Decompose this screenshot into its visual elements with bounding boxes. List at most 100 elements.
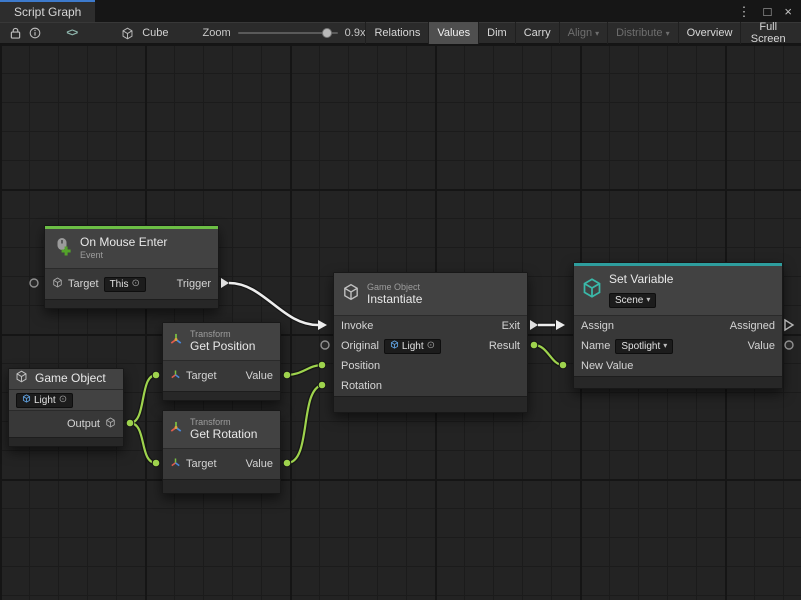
target-port-label: Target (186, 458, 217, 470)
get-rotation-value-port[interactable] (283, 459, 291, 467)
value-port-label: Value (246, 370, 273, 382)
chevron-down-icon: ▾ (666, 29, 670, 38)
chevron-down-icon: ▾ (646, 296, 650, 304)
transform-type-icon (170, 457, 181, 471)
node-footer (9, 437, 123, 446)
assign-input-port[interactable] (556, 320, 565, 330)
transform-icon (169, 420, 183, 439)
value-port-label: Value (748, 340, 775, 352)
game-object-value-chip[interactable]: Light ⊙ (16, 393, 73, 408)
node-title: Get Rotation (190, 428, 257, 442)
game-object-icon (342, 283, 360, 306)
relations-button[interactable]: Relations (365, 22, 428, 44)
target-port-label: Target (68, 278, 99, 290)
wire-result-to-new-value (534, 345, 563, 365)
result-output-port[interactable] (530, 341, 538, 349)
node-footer (45, 299, 218, 308)
exit-output-port[interactable] (530, 320, 538, 330)
name-port-label: Name (581, 340, 610, 352)
node-get-position[interactable]: Transform Get Position Target Value (162, 322, 281, 401)
node-get-rotation[interactable]: Transform Get Rotation Target Value (162, 410, 281, 494)
mouse-enter-target-input-port[interactable] (30, 279, 38, 287)
tab-label: Script Graph (14, 5, 81, 19)
exit-port-label: Exit (502, 320, 520, 332)
zoom-slider[interactable] (238, 26, 338, 40)
object-picker-icon[interactable]: ⊙ (59, 395, 67, 405)
position-port-label: Position (341, 360, 380, 372)
node-title: Get Position (190, 340, 255, 354)
maximize-icon[interactable]: □ (764, 5, 772, 18)
node-subtitle: Event (80, 250, 167, 261)
node-category: Game Object (367, 282, 422, 293)
wire-output-to-get-position-target (130, 375, 156, 423)
node-instantiate[interactable]: Game Object Instantiate Invoke Exit Orig… (333, 272, 528, 413)
zoom-label: Zoom (203, 27, 231, 39)
transform-type-icon (170, 369, 181, 383)
dim-button[interactable]: Dim (478, 22, 515, 44)
variable-value-output-port[interactable] (785, 341, 793, 349)
game-object-type-icon (105, 417, 116, 431)
rotation-input-port[interactable] (318, 381, 326, 389)
info-icon[interactable] (25, 23, 44, 43)
assigned-port-label: Assigned (730, 320, 775, 332)
new-value-input-port[interactable] (559, 361, 567, 369)
node-title: Instantiate (367, 293, 422, 307)
node-title: Set Variable (609, 273, 673, 287)
object-picker-icon[interactable]: ⊙ (427, 341, 435, 351)
wire-output-to-get-rotation-target (130, 423, 156, 463)
original-value-chip[interactable]: Light ⊙ (384, 339, 441, 354)
close-icon[interactable]: × (784, 5, 792, 18)
node-title: Game Object (35, 372, 106, 386)
node-footer (163, 391, 280, 400)
target-port-label: Target (186, 370, 217, 382)
trigger-output-port[interactable] (221, 278, 229, 288)
window-titlebar: Script Graph ⋮ □ × (0, 0, 801, 22)
node-set-variable[interactable]: Set Variable Scene ▾ Assign Assigned Nam… (573, 262, 783, 389)
transform-icon (169, 332, 183, 351)
original-port-label: Original (341, 340, 379, 352)
tab-script-graph[interactable]: Script Graph (0, 0, 95, 22)
position-input-port[interactable] (318, 361, 326, 369)
variable-scope-dropdown[interactable]: Scene ▾ (609, 293, 656, 308)
get-rotation-target-port[interactable] (152, 459, 160, 467)
get-position-value-port[interactable] (283, 371, 291, 379)
distribute-button[interactable]: Distribute ▾ (607, 22, 677, 44)
object-picker-icon[interactable]: ⊙ (131, 279, 139, 289)
target-value-chip[interactable]: This ⊙ (104, 277, 146, 292)
graph-toolbar: <> Cube Zoom 0.9x Relations Values Dim C… (0, 22, 801, 44)
wire-trigger-to-invoke (229, 283, 318, 325)
game-object-icon (15, 370, 28, 388)
carry-button[interactable]: Carry (515, 22, 559, 44)
value-port-label: Value (246, 458, 273, 470)
full-screen-button[interactable]: Full Screen (740, 22, 795, 44)
game-object-type-icon (52, 277, 63, 291)
mouse-enter-event-icon (53, 236, 73, 261)
node-game-object-literal[interactable]: Game Object Light ⊙ Output (8, 368, 124, 447)
overview-button[interactable]: Overview (678, 22, 741, 44)
cube-icon (117, 23, 137, 43)
graph-canvas[interactable]: On Mouse Enter Event Target This ⊙ Trigg… (0, 44, 801, 600)
invoke-port-label: Invoke (341, 320, 373, 332)
lock-icon[interactable] (6, 23, 25, 43)
chevron-down-icon: ▾ (595, 29, 599, 38)
graph-target: Cube (117, 23, 168, 43)
original-input-port[interactable] (321, 341, 329, 349)
align-button[interactable]: Align ▾ (559, 22, 607, 44)
invoke-input-port[interactable] (318, 320, 327, 330)
game-object-output-port[interactable] (126, 419, 134, 427)
get-position-target-port[interactable] (152, 371, 160, 379)
values-button[interactable]: Values (428, 22, 478, 44)
output-port-label: Output (67, 418, 100, 430)
zoom-slider-handle[interactable] (322, 28, 332, 38)
light-object-icon (390, 340, 399, 352)
window-menu-icon[interactable]: ⋮ (738, 5, 751, 18)
assigned-output-port[interactable] (785, 320, 793, 330)
trigger-port-label: Trigger (177, 278, 211, 290)
zoom-value: 0.9x (345, 27, 366, 39)
node-on-mouse-enter[interactable]: On Mouse Enter Event Target This ⊙ Trigg… (44, 225, 219, 309)
code-view-icon[interactable]: <> (66, 27, 77, 39)
assign-port-label: Assign (581, 320, 614, 332)
wire-get-position-value-to-position (287, 365, 322, 375)
variable-name-dropdown[interactable]: Spotlight ▾ (615, 339, 673, 354)
rotation-port-label: Rotation (341, 380, 382, 392)
